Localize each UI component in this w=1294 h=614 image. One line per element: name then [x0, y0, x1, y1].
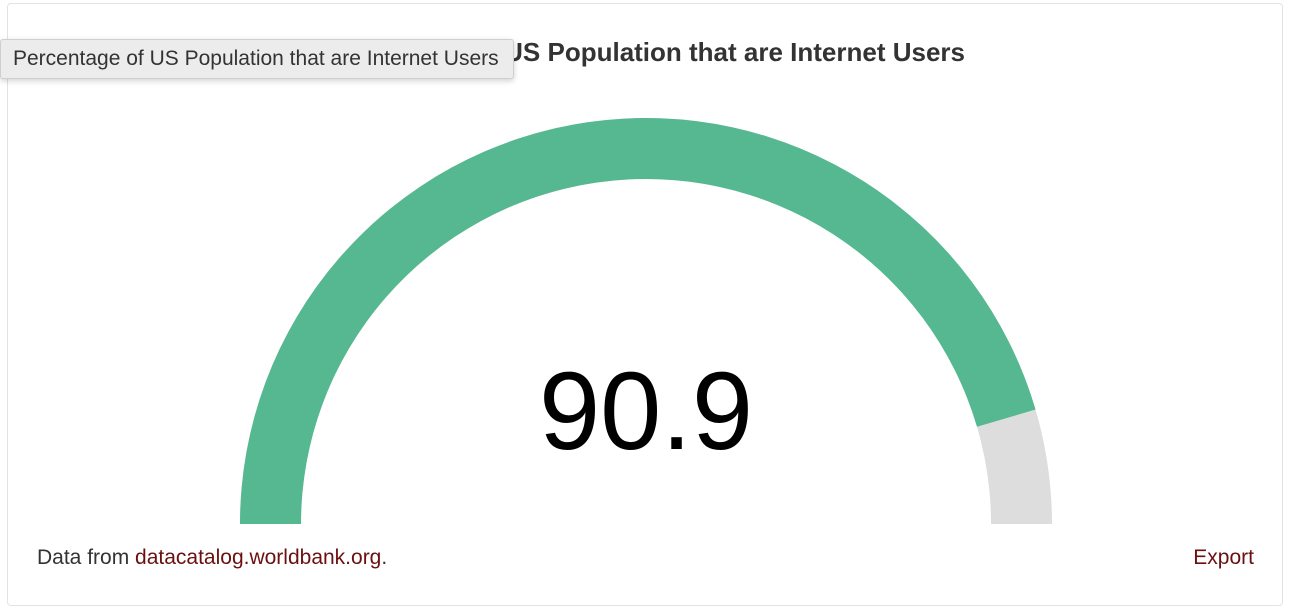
gauge-value: 90.9 — [538, 350, 754, 473]
data-source-prefix: Data from — [37, 546, 136, 569]
data-source-link[interactable]: datacatalog.worldbank.org — [135, 546, 381, 569]
data-source-suffix: . — [381, 546, 388, 569]
title-tooltip: Percentage of US Population that are Int… — [0, 39, 514, 79]
data-source: Data from datacatalog.worldbank.org. — [37, 546, 387, 570]
export-link[interactable]: Export — [1193, 546, 1254, 570]
gauge-chart — [240, 118, 1052, 525]
